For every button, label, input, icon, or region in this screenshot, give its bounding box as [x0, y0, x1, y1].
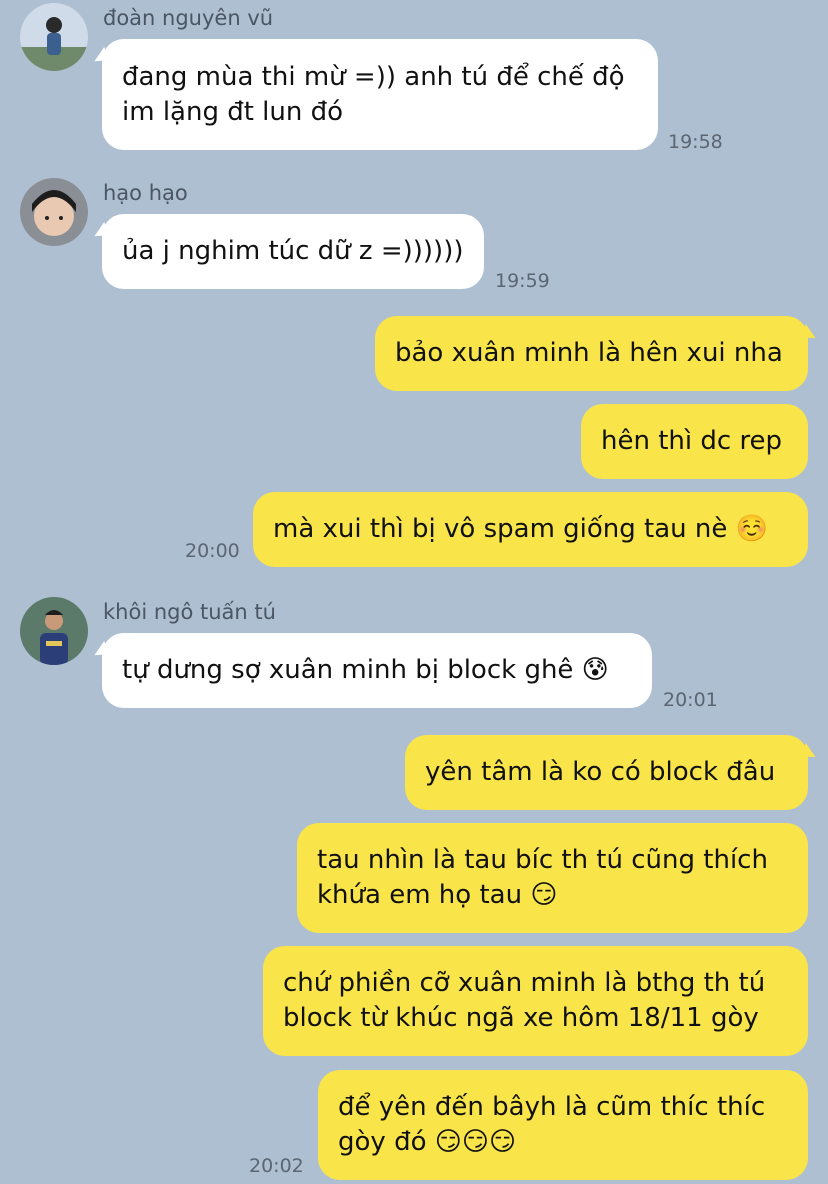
message-bubble-outgoing[interactable]: mà xui thì bị vô spam giống tau nè ☺️ — [253, 492, 808, 567]
message-bubble-outgoing[interactable]: để yên đến bâyh là cũm thíc thíc gòy đó … — [318, 1070, 808, 1180]
message-bubble-outgoing[interactable]: bảo xuân minh là hên xui nha — [375, 316, 808, 391]
sender-name: hạo hạo — [103, 181, 188, 205]
message-bubble-outgoing[interactable]: chứ phiền cỡ xuân minh là bthg th tú blo… — [263, 946, 808, 1056]
message-text: hên thì dc rep — [601, 426, 783, 456]
message-bubble-outgoing[interactable]: yên tâm là ko có block đâu — [405, 735, 808, 810]
message-time: 19:59 — [495, 270, 550, 292]
message-bubble-incoming[interactable]: tự dưng sợ xuân minh bị block ghê 😰 — [102, 633, 652, 708]
message-text: yên tâm là ko có block đâu — [425, 757, 776, 787]
sender-name: đoàn nguyên vũ — [103, 6, 274, 30]
message-text: bảo xuân minh là hên xui nha — [395, 338, 783, 368]
avatar-hao[interactable] — [20, 178, 88, 246]
message-text: để yên đến bâyh là cũm thíc thíc gòy đó … — [338, 1092, 766, 1157]
message-time: 20:01 — [663, 689, 718, 711]
message-bubble-incoming[interactable]: đang mùa thi mừ =)) anh tú để chế độ im … — [102, 39, 658, 150]
message-bubble-outgoing[interactable]: hên thì dc rep — [581, 404, 808, 479]
message-time: 20:00 — [185, 540, 240, 562]
message-bubble-incoming[interactable]: ủa j nghim túc dữ z =)))))) — [102, 214, 484, 289]
avatar-vu[interactable] — [20, 3, 88, 71]
message-text: tự dưng sợ xuân minh bị block ghê 😰 — [122, 655, 609, 685]
message-text: ủa j nghim túc dữ z =)))))) — [122, 236, 464, 266]
message-text: đang mùa thi mừ =)) anh tú để chế độ im … — [122, 61, 625, 127]
message-text: tau nhìn là tau bíc th tú cũng thích khứ… — [317, 845, 768, 910]
message-text: mà xui thì bị vô spam giống tau nè ☺️ — [273, 514, 769, 544]
sender-name: khôi ngô tuấn tú — [103, 600, 276, 624]
message-text: chứ phiền cỡ xuân minh là bthg th tú blo… — [283, 968, 766, 1033]
avatar-tu[interactable] — [20, 597, 88, 665]
message-time: 20:02 — [249, 1155, 304, 1177]
message-time: 19:58 — [668, 131, 723, 153]
message-bubble-outgoing[interactable]: tau nhìn là tau bíc th tú cũng thích khứ… — [297, 823, 808, 933]
